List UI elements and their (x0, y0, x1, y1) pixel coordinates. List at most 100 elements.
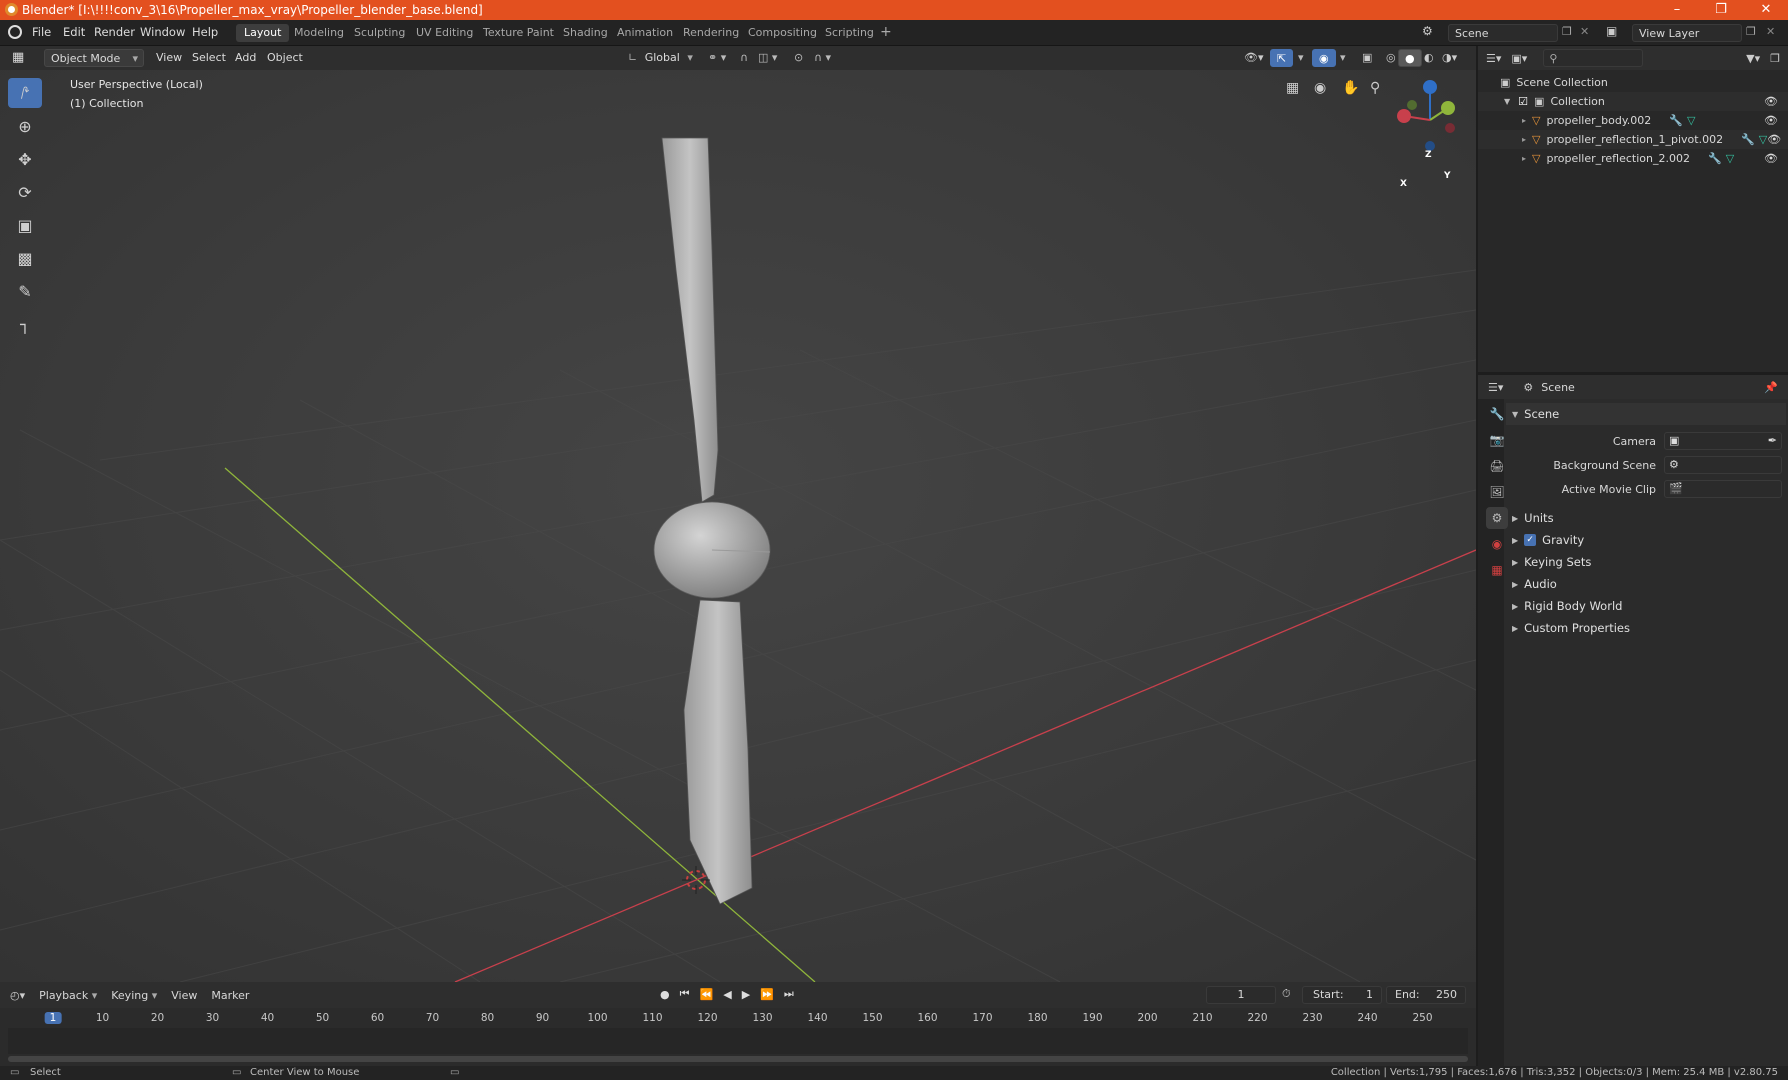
menu-window[interactable]: Window (140, 25, 185, 39)
tab-layout[interactable]: Layout (236, 24, 290, 42)
outliner-row-object[interactable]: ▸ ▽ propeller_reflection_1_pivot.002 🔧 ▽… (1478, 130, 1788, 149)
timeline-scrollbar[interactable] (8, 1056, 1468, 1062)
snap-target-icon[interactable]: ◫ ▾ (752, 49, 783, 67)
grid-view-icon[interactable]: ▦ (1286, 80, 1299, 96)
propeller-blade-top[interactable] (661, 137, 719, 503)
jump-end-icon[interactable]: ⏭ (784, 987, 794, 1001)
tab-texture-paint[interactable]: Texture Paint (475, 24, 562, 42)
pin-icon[interactable]: 📌 (1764, 381, 1778, 394)
eye-icon[interactable]: 👁 (1764, 152, 1778, 165)
eyedropper-icon[interactable]: ✒ (1768, 434, 1777, 447)
scene-section-header[interactable]: ▼ Scene (1506, 403, 1786, 425)
visibility-icon[interactable]: 👁▾ (1238, 49, 1270, 67)
end-frame-field[interactable]: End: 250 (1386, 986, 1466, 1004)
tool-tab-icon[interactable]: 🔧 (1486, 403, 1508, 425)
preview-range-icon[interactable]: ⏱ (1282, 987, 1291, 1001)
transform-tool-icon[interactable]: ▩ (8, 243, 42, 273)
xray-icon[interactable]: ▣ (1356, 49, 1378, 67)
view-layer-field[interactable]: View Layer (1632, 24, 1742, 42)
overlay-dropdown-icon[interactable]: ▾ (1334, 49, 1352, 67)
world-tab-icon[interactable]: ◉ (1486, 533, 1508, 555)
mesh-data-icon[interactable]: ▽ (1726, 152, 1734, 165)
play-reverse-icon[interactable]: ◀ (723, 988, 731, 1001)
menu-render[interactable]: Render (94, 25, 135, 39)
zoom-icon[interactable]: ⚲ (1370, 80, 1380, 96)
menu-select[interactable]: Select (186, 49, 232, 67)
pan-hand-icon[interactable]: ✋ (1342, 80, 1359, 96)
cursor-tool-icon[interactable]: ⊕ (8, 111, 42, 141)
background-scene-field[interactable]: ⚙ (1664, 456, 1782, 474)
units-panel[interactable]: ▶ Units (1506, 507, 1786, 529)
remove-view-layer-icon[interactable]: ✕ (1766, 25, 1775, 38)
view-layer-tab-icon[interactable]: 🖼 (1486, 481, 1508, 503)
outliner-row-scene-collection[interactable]: ▣ Scene Collection (1478, 73, 1788, 92)
minimize-button[interactable]: – (1655, 0, 1699, 20)
blender-menu-icon[interactable] (8, 25, 22, 39)
tab-scripting[interactable]: Scripting (817, 24, 882, 42)
propeller-blade-bottom[interactable] (683, 599, 753, 905)
editor-type-icon[interactable]: ▦ (6, 49, 30, 67)
render-tab-icon[interactable]: 📷 (1486, 429, 1508, 451)
menu-keying[interactable]: Keying ▾ (111, 989, 157, 1002)
keying-sets-panel[interactable]: ▶ Keying Sets (1506, 551, 1786, 573)
record-icon[interactable]: ● (660, 988, 670, 1001)
new-collection-icon[interactable]: ❐ (1770, 52, 1780, 65)
modifier-wrench-icon[interactable]: 🔧 (1741, 133, 1755, 146)
expand-arrow-icon[interactable]: ▼ (1504, 97, 1510, 106)
new-view-layer-icon[interactable]: ❐ (1746, 25, 1756, 38)
proportional-edit-icon[interactable]: ⊙ (788, 49, 809, 67)
play-icon[interactable]: ▶ (742, 988, 750, 1001)
add-workspace-icon[interactable]: + (880, 24, 892, 40)
output-tab-icon[interactable]: 🖨 (1486, 455, 1508, 477)
texture-tab-icon[interactable]: ▦ (1486, 559, 1508, 581)
rigid-body-world-panel[interactable]: ▶ Rigid Body World (1506, 595, 1786, 617)
tab-shading[interactable]: Shading (555, 24, 616, 42)
timeline-editor-icon[interactable]: ◴▾ (10, 989, 25, 1002)
transform-orientation-dropdown[interactable]: ∟ Global ▾ (622, 49, 699, 67)
scene-field[interactable]: Scene (1448, 24, 1558, 42)
mesh-data-icon[interactable]: ▽ (1759, 133, 1767, 146)
tab-rendering[interactable]: Rendering (675, 24, 747, 42)
camera-view-icon[interactable]: ◉ (1314, 80, 1326, 96)
tab-compositing[interactable]: Compositing (740, 24, 825, 42)
frame-ruler[interactable]: 1 10 20 30 40 50 60 70 80 90 100 110 120 130 140 150 160… (0, 1008, 1476, 1054)
menu-add[interactable]: Add (229, 49, 262, 67)
pivot-point-icon[interactable]: ⚭ ▾ (702, 49, 732, 67)
remove-scene-icon[interactable]: ✕ (1580, 25, 1589, 38)
scene-icon[interactable]: ⚙ (1422, 24, 1433, 38)
custom-properties-panel[interactable]: ▶ Custom Properties (1506, 617, 1786, 639)
rotate-tool-icon[interactable]: ⟳ (8, 177, 42, 207)
gravity-checkbox[interactable]: ✓ (1524, 534, 1537, 546)
start-frame-field[interactable]: Start: 1 (1302, 986, 1382, 1004)
gizmo-toggle-icon[interactable]: ⇱ (1270, 49, 1294, 67)
3d-viewport[interactable]: Z Y X User Perspective (Local) (1) Colle… (0, 70, 1476, 982)
jump-start-icon[interactable]: ⏮ (680, 987, 690, 1001)
outliner-search-input[interactable]: ⚲ (1543, 49, 1644, 67)
menu-marker[interactable]: Marker (211, 989, 249, 1002)
expand-arrow-icon[interactable]: ▸ (1522, 135, 1526, 144)
eye-icon[interactable]: 👁 (1764, 114, 1778, 127)
modifier-wrench-icon[interactable]: 🔧 (1669, 114, 1683, 127)
new-scene-icon[interactable]: ❐ (1562, 25, 1572, 38)
navigation-gizmo[interactable] (1397, 80, 1455, 151)
rendered-shading-icon[interactable]: ◑▾ (1436, 49, 1463, 67)
outliner-editor-icon[interactable]: ☰▾ (1486, 52, 1501, 65)
close-button[interactable]: ✕ (1744, 0, 1788, 20)
checkbox-icon[interactable]: ☑ (1518, 95, 1528, 108)
tab-sculpting[interactable]: Sculpting (346, 24, 413, 42)
object-mode-dropdown[interactable]: Object Mode ▾ (44, 49, 144, 67)
mesh-data-icon[interactable]: ▽ (1687, 114, 1695, 127)
outliner-row-object[interactable]: ▸ ▽ propeller_reflection_2.002 🔧 ▽ 👁 (1478, 149, 1788, 168)
camera-field[interactable]: ▣ ✒ (1664, 432, 1782, 450)
outliner-row-collection[interactable]: ▼ ☑ ▣ Collection 👁 (1478, 92, 1788, 111)
menu-view[interactable]: View (150, 49, 188, 67)
select-box-tool-icon[interactable]: ⭚ (8, 78, 42, 108)
maximize-button[interactable]: ❐ (1699, 0, 1743, 20)
view-layer-icon[interactable]: ▣ (1606, 24, 1617, 38)
menu-edit[interactable]: Edit (63, 25, 85, 39)
eye-icon[interactable]: 👁 (1767, 133, 1781, 146)
menu-help[interactable]: Help (192, 25, 218, 39)
display-mode-icon[interactable]: ▣▾ (1511, 52, 1527, 65)
modifier-wrench-icon[interactable]: 🔧 (1708, 152, 1722, 165)
keyframe-area[interactable] (8, 1028, 1468, 1054)
